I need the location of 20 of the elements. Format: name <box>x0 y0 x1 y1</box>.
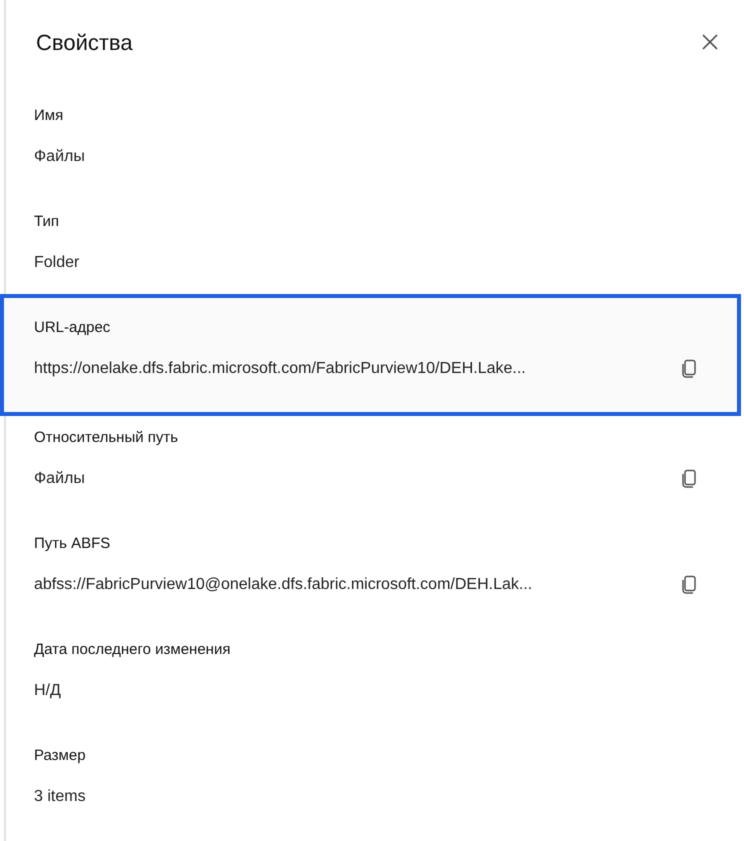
property-label: Относительный путь <box>34 428 178 448</box>
property-value: https://onelake.dfs.fabric.microsoft.com/FabricPurview10/DEH.Lake... <box>34 359 526 379</box>
close-button[interactable] <box>700 32 720 52</box>
property-label: Тип <box>34 212 60 232</box>
property-label: Дата последнего изменения <box>34 640 230 660</box>
property-label: Размер <box>34 746 86 766</box>
property-value: Файлы <box>34 147 85 167</box>
copy-icon <box>680 469 698 489</box>
property-label: Имя <box>34 106 64 126</box>
property-value: Файлы <box>34 469 85 489</box>
property-value: Folder <box>34 253 80 273</box>
panel-title: Свойства <box>36 30 133 56</box>
property-label: Путь ABFS <box>34 534 110 554</box>
property-value: Н/Д <box>34 681 61 701</box>
copy-icon <box>680 575 698 595</box>
property-value: 3 items <box>34 787 86 807</box>
property-label: URL-адрес <box>34 318 110 338</box>
copy-icon <box>680 359 698 379</box>
close-icon <box>701 33 719 51</box>
property-value: abfss://FabricPurview10@onelake.dfs.fabric.microsoft.com/DEH.Lak... <box>34 575 532 595</box>
